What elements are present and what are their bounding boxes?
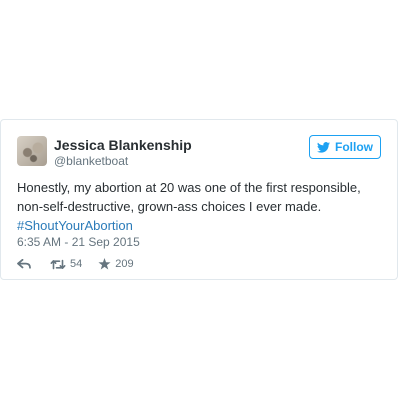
- reply-button[interactable]: [17, 259, 31, 269]
- like-count: 209: [115, 258, 134, 270]
- retweet-button[interactable]: 54: [50, 258, 82, 270]
- avatar[interactable]: [17, 136, 47, 166]
- tweet-timestamp[interactable]: 6:35 AM - 21 Sep 2015: [17, 235, 140, 249]
- bird-icon: [317, 141, 330, 153]
- like-button[interactable]: 209: [98, 258, 134, 270]
- tweet-card: Jessica Blankenship @blanketboat Follow …: [0, 119, 398, 280]
- author-handle[interactable]: @blanketboat: [54, 154, 128, 168]
- retweet-count: 54: [70, 258, 83, 270]
- author-name[interactable]: Jessica Blankenship: [54, 137, 192, 153]
- tweet-actions: 54 209: [17, 258, 134, 270]
- tweet-text: Honestly, my abortion at 20 was one of t…: [17, 178, 385, 235]
- follow-button[interactable]: Follow: [309, 135, 381, 159]
- reply-icon: [17, 259, 31, 269]
- follow-label: Follow: [335, 140, 373, 154]
- tweet-body: Honestly, my abortion at 20 was one of t…: [17, 180, 361, 214]
- hashtag-link[interactable]: #ShoutYourAbortion: [17, 218, 133, 233]
- retweet-icon: [50, 259, 66, 270]
- star-icon: [98, 258, 111, 270]
